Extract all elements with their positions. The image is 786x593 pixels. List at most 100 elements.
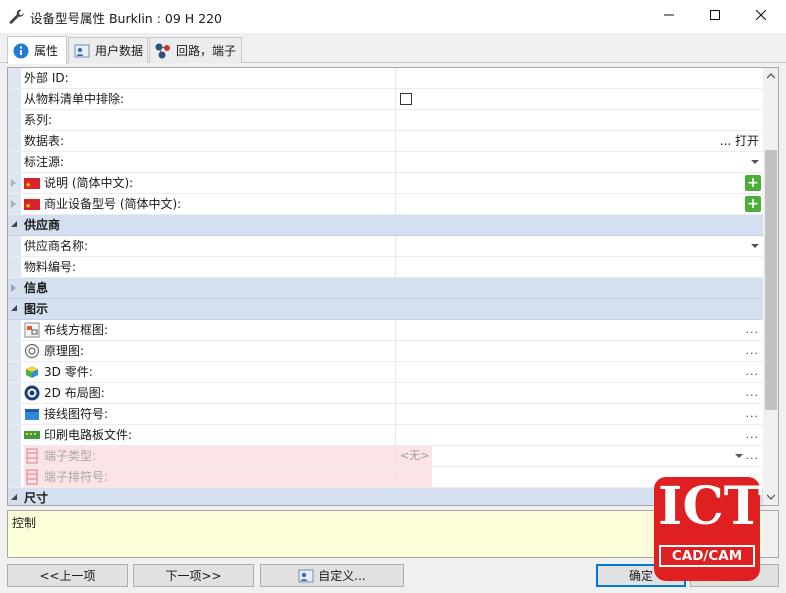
property-row-wiring-block-diagram[interactable]: 布线方框图: ... xyxy=(8,320,763,341)
add-icon[interactable]: + xyxy=(745,175,761,191)
scrollbar-thumb[interactable] xyxy=(765,150,777,410)
tab-label: 用户数据 xyxy=(95,44,144,58)
previous-button[interactable]: <<上一项 xyxy=(7,564,128,587)
category-label: 供应商 xyxy=(24,218,61,232)
category-supplier[interactable]: 供应商 xyxy=(8,215,763,236)
property-name: 2D 布局图: xyxy=(44,386,105,400)
property-name: 接线图符号: xyxy=(44,407,109,421)
chevron-down-icon[interactable] xyxy=(751,244,759,248)
tab-properties[interactable]: 属性 xyxy=(7,36,67,64)
ok-label: 确定 xyxy=(628,569,653,583)
maximize-icon xyxy=(710,10,720,20)
property-value[interactable] xyxy=(395,257,763,277)
property-row-annotation-source[interactable]: 标注源: xyxy=(8,152,763,173)
property-row-commercial-model[interactable]: 商业设备型号 (简体中文): + xyxy=(8,194,763,216)
property-row-2d-layout[interactable]: 2D 布局图: ... xyxy=(8,383,763,404)
browse-button[interactable]: ... xyxy=(746,362,760,382)
description-scrollbar[interactable] xyxy=(762,511,778,557)
property-row-terminal-strip-symbol[interactable]: 端子排符号: xyxy=(8,467,763,488)
terminal-icon xyxy=(24,448,40,464)
property-row-external-id[interactable]: 外部 ID: xyxy=(8,68,763,89)
expand-icon[interactable] xyxy=(11,200,16,208)
property-name: 数据表: xyxy=(24,134,65,148)
maximize-button[interactable] xyxy=(692,0,738,30)
property-grid[interactable]: 外部 ID: 从物料清单中排除: 系列: 数据表: ... 打开 标注源: 说明… xyxy=(7,67,779,506)
datasheet-open-button[interactable]: ... 打开 xyxy=(720,131,759,151)
browse-button[interactable]: ... xyxy=(746,404,760,424)
category-label: 图示 xyxy=(24,302,49,316)
customize-label: 自定义... xyxy=(318,569,366,583)
terminal-icon xyxy=(24,469,40,485)
user-card-icon xyxy=(298,568,314,584)
tab-label: 属性 xyxy=(34,44,59,58)
property-row-supplier-name[interactable]: 供应商名称: xyxy=(8,236,763,257)
scroll-up-icon[interactable] xyxy=(763,68,778,84)
pcb-board-icon xyxy=(24,427,40,443)
info-icon xyxy=(12,42,30,60)
browse-button[interactable]: ... xyxy=(746,320,760,340)
2d-layout-gear-icon xyxy=(24,385,40,401)
ict-cadcam-logo: ICT CAD/CAM xyxy=(654,476,763,581)
browse-button[interactable]: ... xyxy=(746,446,760,466)
close-button[interactable] xyxy=(738,0,784,30)
property-name: 印刷电路板文件: xyxy=(44,428,133,442)
add-icon[interactable]: + xyxy=(745,196,761,212)
property-name: 从物料清单中排除: xyxy=(24,92,125,106)
category-label: 信息 xyxy=(24,281,49,295)
chevron-down-icon[interactable] xyxy=(751,160,759,164)
property-row-wiring-symbol[interactable]: 接线图符号: ... xyxy=(8,404,763,425)
tab-user-data[interactable]: 用户数据 xyxy=(68,37,148,63)
china-flag-icon xyxy=(24,175,40,195)
category-label: 尺寸 xyxy=(24,491,49,505)
exclude-bom-checkbox[interactable] xyxy=(400,93,412,105)
customize-button[interactable]: 自定义... xyxy=(260,564,404,587)
schematic-icon xyxy=(24,343,40,359)
expand-icon[interactable] xyxy=(11,179,16,187)
property-value[interactable] xyxy=(395,68,763,88)
chevron-down-icon[interactable] xyxy=(735,454,743,458)
property-name: 商业设备型号 (简体中文): xyxy=(44,197,182,211)
property-row-exclude-bom[interactable]: 从物料清单中排除: xyxy=(8,89,763,110)
vertical-scrollbar[interactable] xyxy=(763,68,778,505)
category-graphics[interactable]: 图示 xyxy=(8,299,763,320)
property-name: 标注源: xyxy=(24,155,65,169)
block-diagram-icon xyxy=(24,322,40,338)
minimize-button[interactable] xyxy=(646,0,692,30)
property-row-datasheet[interactable]: 数据表: ... 打开 xyxy=(8,131,763,152)
property-row-schematic[interactable]: 原理图: ... xyxy=(8,341,763,362)
3d-cube-icon xyxy=(24,364,40,380)
property-name: 物料编号: xyxy=(24,260,77,274)
property-row-terminal-type[interactable]: 端子类型: <无> ... xyxy=(8,446,763,467)
property-row-series[interactable]: 系列: xyxy=(8,110,763,131)
collapse-icon[interactable] xyxy=(11,221,17,227)
property-row-part-number[interactable]: 物料编号: xyxy=(8,257,763,278)
window-title: 设备型号属性 Burklin : 09 H 220 xyxy=(30,11,222,26)
next-button[interactable]: 下一项>> xyxy=(133,564,254,587)
minimize-icon xyxy=(664,14,674,16)
property-name: 说明 (简体中文): xyxy=(44,176,134,190)
browse-button[interactable]: ... xyxy=(746,425,760,445)
property-value[interactable] xyxy=(395,110,763,130)
property-name: 供应商名称: xyxy=(24,239,89,253)
title-bar: 设备型号属性 Burklin : 09 H 220 xyxy=(0,0,786,33)
tab-circuits-terminals[interactable]: 回路，端子 xyxy=(149,37,242,63)
previous-label: <<上一项 xyxy=(39,569,96,583)
china-flag-icon xyxy=(24,196,40,216)
property-name: 外部 ID: xyxy=(24,71,69,85)
tab-label: 回路，端子 xyxy=(176,44,237,58)
expand-icon[interactable] xyxy=(11,284,16,292)
category-dimensions[interactable]: 尺寸 xyxy=(8,488,763,505)
property-name: 系列: xyxy=(24,113,53,127)
browse-button[interactable]: ... xyxy=(746,341,760,361)
terminal-type-value: <无> xyxy=(396,446,432,466)
category-info[interactable]: 信息 xyxy=(8,278,763,299)
collapse-icon[interactable] xyxy=(11,305,17,311)
property-row-3d-part[interactable]: 3D 零件: ... xyxy=(8,362,763,383)
property-row-pcb-file[interactable]: 印刷电路板文件: ... xyxy=(8,425,763,446)
logo-main-text: ICT xyxy=(658,476,763,537)
collapse-icon[interactable] xyxy=(11,494,17,500)
scroll-down-icon[interactable] xyxy=(763,489,778,505)
property-name: 端子类型: xyxy=(44,449,97,463)
browse-button[interactable]: ... xyxy=(746,383,760,403)
property-row-description[interactable]: 说明 (简体中文): + xyxy=(8,173,763,195)
